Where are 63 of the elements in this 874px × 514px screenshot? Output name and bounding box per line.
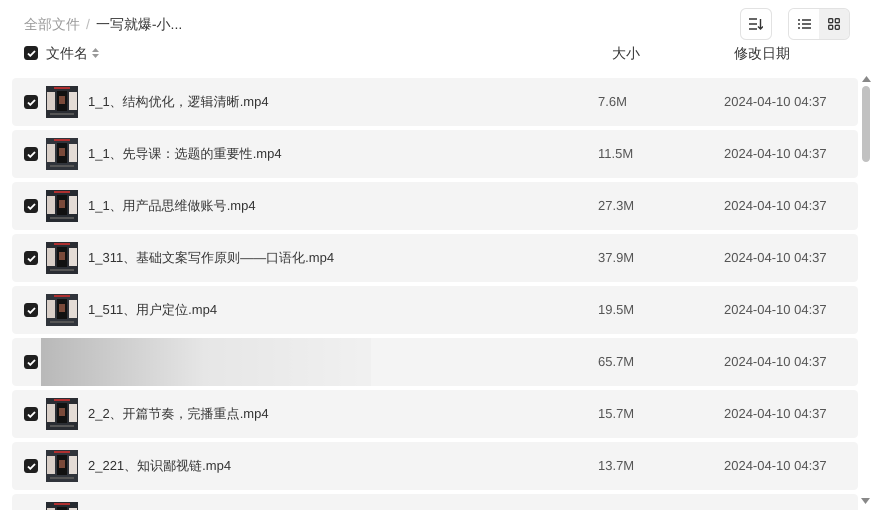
- view-toggle[interactable]: [819, 9, 849, 39]
- file-size: 15.7M: [598, 406, 634, 422]
- column-header[interactable]: 文件名: [46, 42, 88, 64]
- modified-date: 2024-04-10 04:37: [724, 94, 827, 110]
- file-row[interactable]: 1_1、结构优化，逻辑清晰.mp4 7.6M 2024-04-10 04:37: [12, 78, 858, 126]
- checkbox[interactable]: [24, 251, 38, 265]
- file-size: 37.9M: [598, 250, 634, 266]
- sort-button[interactable]: [740, 8, 772, 40]
- file-size: 7.6M: [598, 94, 627, 110]
- checkbox[interactable]: [24, 355, 38, 369]
- modified-date: 2024-04-10 04:37: [724, 354, 827, 370]
- file-row[interactable]: 1_1、先导课：选题的重要性.mp4 11.5M 2024-04-10 04:37: [12, 130, 858, 178]
- checkbox[interactable]: [24, 95, 38, 109]
- file-row[interactable]: 1_1、用产品思维做账号.mp4 27.3M 2024-04-10 04:37: [12, 182, 858, 230]
- checkmark-icon: [26, 254, 36, 262]
- file-size: 65.7M: [598, 354, 634, 370]
- modified-date: 2024-04-10 04:37: [724, 458, 827, 474]
- modified-date: 2024-04-10 04:37: [724, 198, 827, 214]
- list-icon: [798, 19, 810, 29]
- checkbox[interactable]: [24, 46, 38, 60]
- scroll-down-icon[interactable]: [861, 498, 870, 504]
- grid-icon: [828, 18, 840, 30]
- file-row[interactable]: 65.7M 2024-04-10 04:37: [12, 338, 858, 386]
- checkmark-icon: [26, 98, 36, 106]
- scroll-up-icon[interactable]: [862, 76, 870, 82]
- checkmark-icon: [26, 50, 36, 56]
- file-row[interactable]: 1_511、用户定位.mp4 19.5M 2024-04-10 04:37: [12, 286, 858, 334]
- file-name[interactable]: 1_1、先导课：选题的重要性.mp4: [88, 146, 282, 162]
- checkbox[interactable]: [24, 199, 38, 213]
- checkmark-icon: [26, 462, 36, 470]
- modified-date: 2024-04-10 04:37: [724, 302, 827, 318]
- modified-date: 2024-04-10 04:37: [724, 146, 827, 162]
- file-size: 11.5M: [598, 146, 634, 162]
- column-header: 修改日期: [734, 44, 790, 60]
- checkmark-icon: [26, 150, 36, 158]
- modified-date: 2024-04-10 04:37: [724, 250, 827, 266]
- file-name[interactable]: 2_2、开篇节奏，完播重点.mp4: [88, 406, 269, 422]
- column-header: 大小: [612, 44, 640, 60]
- file-name[interactable]: 1_1、结构优化，逻辑清晰.mp4: [88, 94, 269, 110]
- checkbox[interactable]: [24, 459, 38, 473]
- checkmark-icon: [26, 202, 36, 210]
- file-size: 13.7M: [598, 458, 634, 474]
- scrollbar-thumb[interactable]: [862, 86, 870, 162]
- file-name[interactable]: 1_511、用户定位.mp4: [88, 302, 218, 318]
- file-row[interactable]: 2_2、开篇节奏，完播重点.mp4 15.7M 2024-04-10 04:37: [12, 390, 858, 438]
- breadcrumb-current[interactable]: 一写就爆-小...: [96, 14, 182, 34]
- file-name[interactable]: 1_311、基础文案写作原则——口语化.mp4: [88, 250, 334, 266]
- checkbox[interactable]: [24, 303, 38, 317]
- checkbox[interactable]: [24, 147, 38, 161]
- file-row[interactable]: 2_221、知识鄙视链.mp4 13.7M 2024-04-10 04:37: [12, 442, 858, 490]
- breadcrumb-separator: /: [86, 14, 90, 34]
- sort-arrows-icon[interactable]: [92, 48, 99, 58]
- file-name[interactable]: 2_221、知识鄙视链.mp4: [88, 458, 232, 474]
- modified-date: 2024-04-10 04:37: [724, 406, 827, 422]
- file-name[interactable]: 1_1、用产品思维做账号.mp4: [88, 198, 256, 214]
- sort-icon: [749, 18, 763, 30]
- checkmark-icon: [26, 358, 36, 366]
- file-size: 27.3M: [598, 198, 634, 214]
- checkmark-icon: [26, 306, 36, 314]
- file-row[interactable]: 1_311、基础文案写作原则——口语化.mp4 37.9M 2024-04-10 04:37: [12, 234, 858, 282]
- file-size: 19.5M: [598, 302, 634, 318]
- checkbox[interactable]: [24, 407, 38, 421]
- checkmark-icon: [26, 410, 36, 418]
